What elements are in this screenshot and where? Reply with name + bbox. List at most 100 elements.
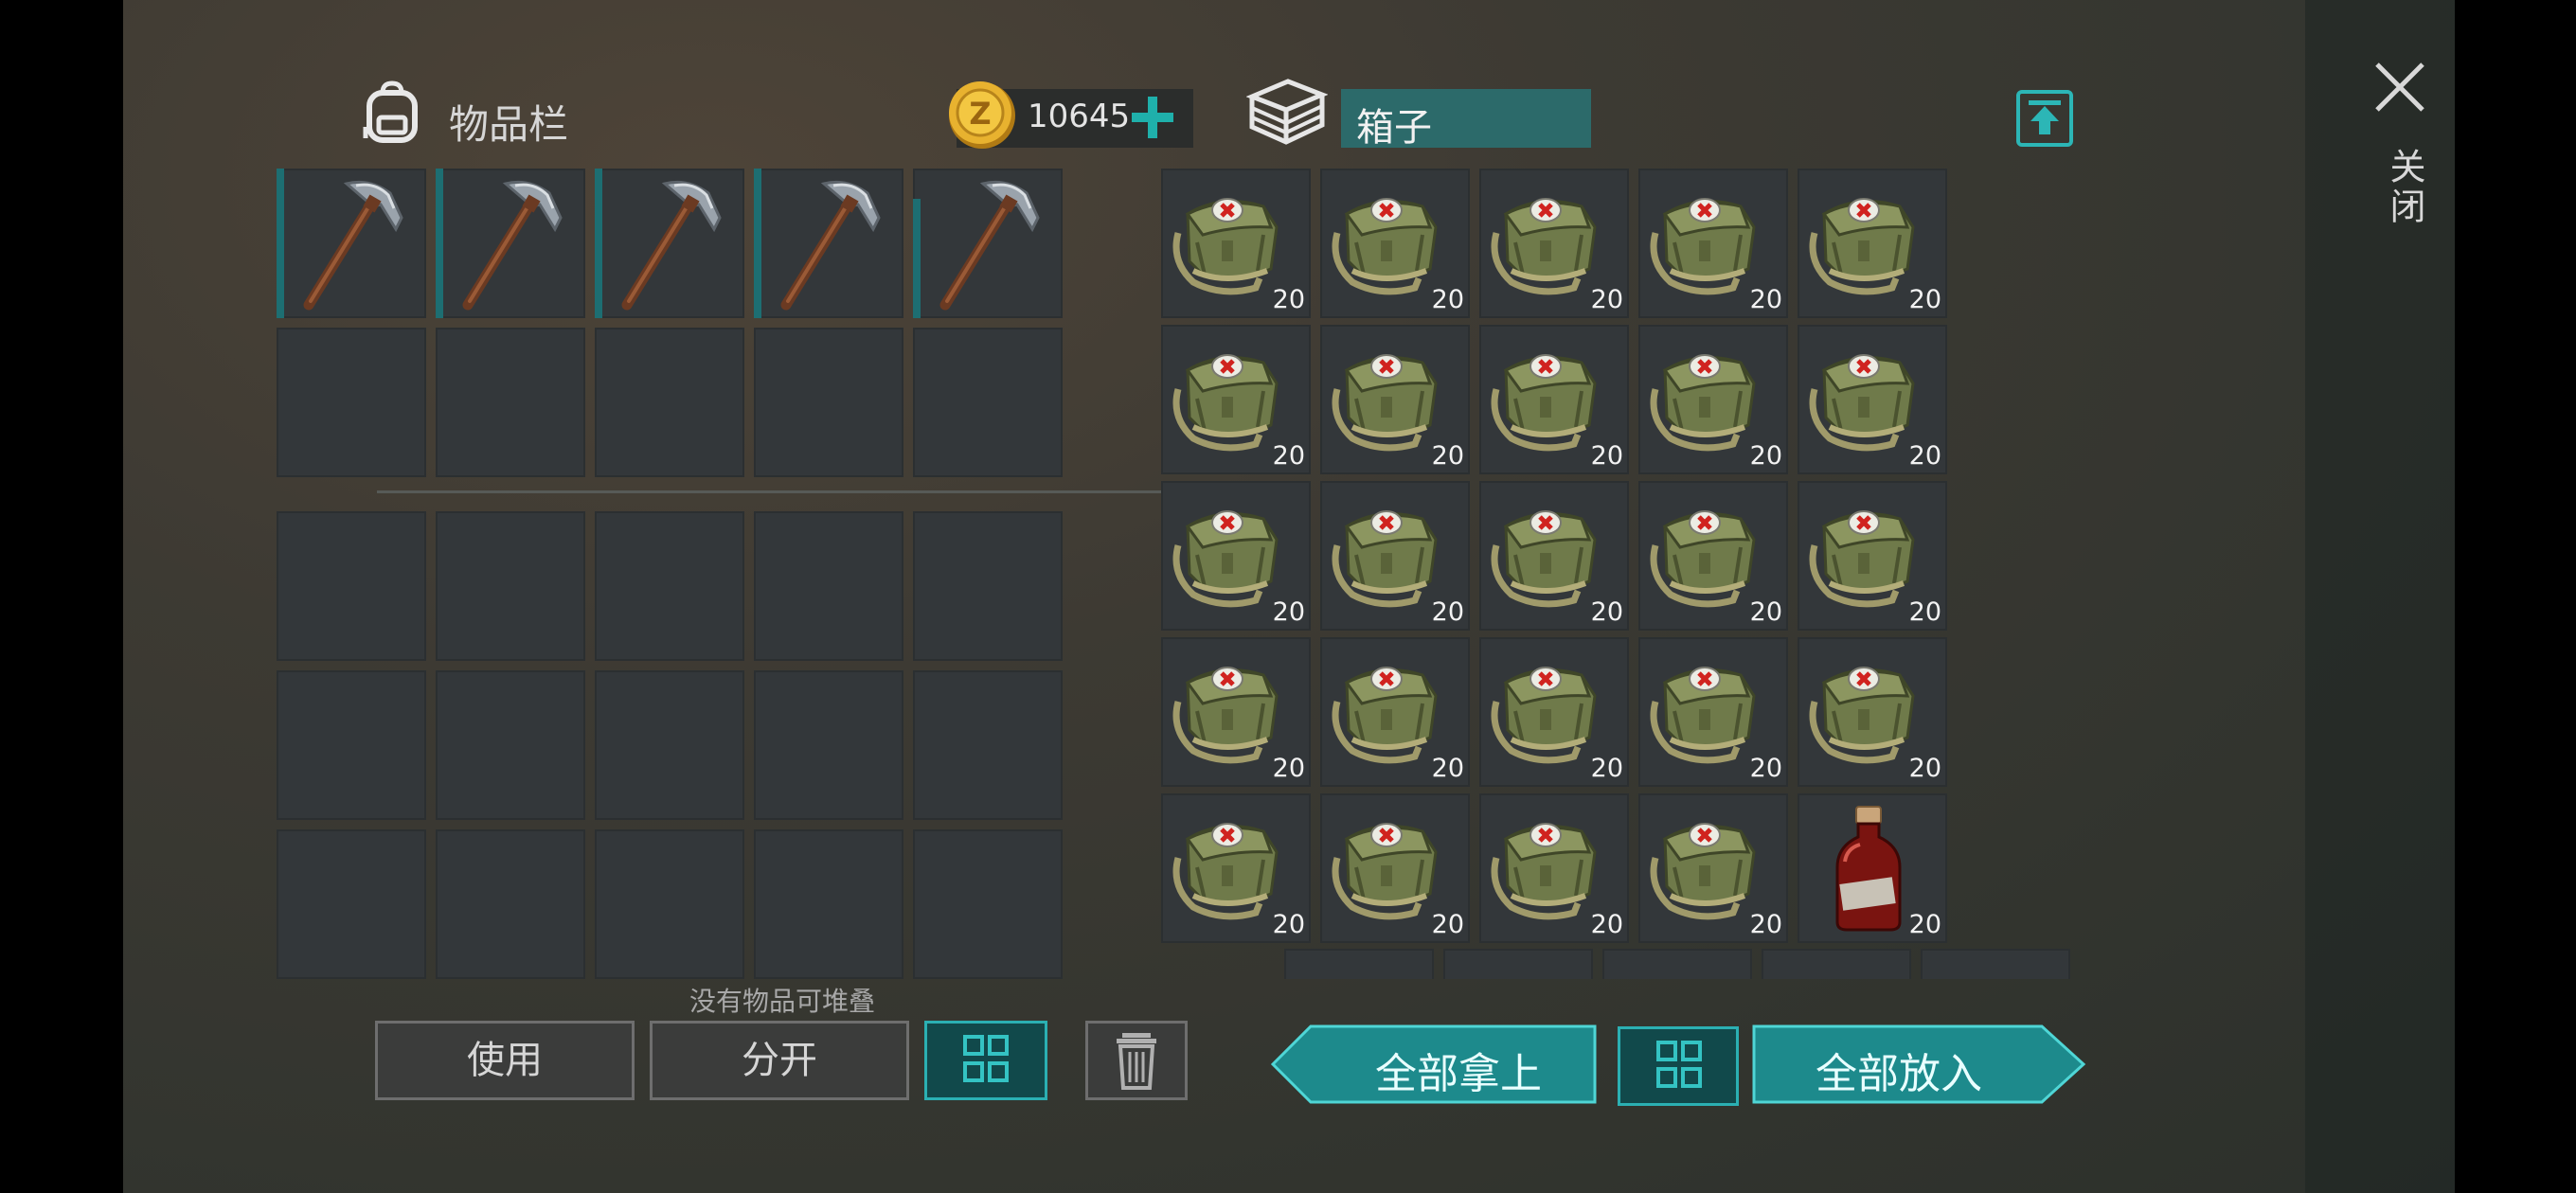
backpack-slot[interactable] <box>913 829 1063 979</box>
pocket-slot[interactable] <box>436 328 585 477</box>
add-coins-button[interactable] <box>1127 91 1178 144</box>
pocket-slot[interactable] <box>754 328 903 477</box>
item-quantity: 20 <box>1749 285 1782 314</box>
pickaxe-icon <box>462 180 563 311</box>
box-slot[interactable]: 20 <box>1479 481 1629 631</box>
box-slot[interactable]: 20 <box>1479 169 1629 318</box>
box-slot[interactable]: 20 <box>1320 325 1470 474</box>
pocket-slot[interactable] <box>913 169 1063 318</box>
item-quantity: 20 <box>1749 754 1782 783</box>
box-slot[interactable]: 20 <box>1798 481 1947 631</box>
pocket-slot[interactable] <box>595 169 744 318</box>
backpack-slot[interactable] <box>595 829 744 979</box>
box-slot[interactable]: 20 <box>1320 481 1470 631</box>
box-slot[interactable]: 20 <box>1479 637 1629 787</box>
box-slot[interactable]: 20 <box>1638 169 1788 318</box>
medic-bag-icon <box>1650 354 1756 452</box>
medic-bag-icon <box>1332 198 1438 295</box>
spirit-bottle-icon <box>1835 806 1902 932</box>
medic-bag-icon <box>1809 354 1915 452</box>
medic-bag-icon <box>1809 198 1915 295</box>
box-partial-row <box>1284 949 2070 979</box>
pocket-slot[interactable] <box>436 169 585 318</box>
backpack-slot[interactable] <box>913 511 1063 661</box>
backpack-icon <box>362 80 422 144</box>
coin-amount: 10645 <box>1028 98 1131 135</box>
pocket-slot[interactable] <box>913 328 1063 477</box>
backpack-slot[interactable] <box>595 511 744 661</box>
box-slot[interactable]: 20 <box>1798 793 1947 943</box>
backpack-slot[interactable] <box>754 670 903 820</box>
box-slot[interactable]: 20 <box>1320 637 1470 787</box>
backpack-slot[interactable] <box>754 829 903 979</box>
backpack-slot[interactable] <box>277 511 426 661</box>
item-quantity: 20 <box>1908 597 1941 627</box>
box-slot[interactable]: 20 <box>1638 793 1788 943</box>
item-quantity: 20 <box>1908 441 1941 471</box>
medic-bag-icon <box>1650 198 1756 295</box>
box-slot[interactable]: 20 <box>1798 169 1947 318</box>
backpack-slot[interactable] <box>436 829 585 979</box>
medic-bag-icon <box>1650 823 1756 920</box>
backpack-slot[interactable] <box>754 511 903 661</box>
box-slot[interactable]: 20 <box>1638 481 1788 631</box>
item-quantity: 20 <box>1431 285 1464 314</box>
medic-bag-icon <box>1332 667 1438 764</box>
box-slot[interactable]: 20 <box>1161 637 1311 787</box>
pickaxe-icon <box>780 180 881 311</box>
pocket-slot[interactable] <box>277 328 426 477</box>
item-quantity: 20 <box>1431 754 1464 783</box>
pickaxe-icon <box>939 180 1040 311</box>
box-name-field[interactable]: 箱子 <box>1341 89 1591 150</box>
item-quantity: 20 <box>1908 285 1941 314</box>
split-button[interactable]: 分开 <box>650 1021 909 1100</box>
pocket-slot[interactable] <box>595 328 744 477</box>
box-slot[interactable]: 20 <box>1320 793 1470 943</box>
put-all-button[interactable]: 全部放入 <box>1752 1024 2087 1104</box>
backpack-slot[interactable] <box>595 670 744 820</box>
upload-button[interactable] <box>2015 89 2074 148</box>
sort-button[interactable] <box>924 1021 1047 1100</box>
pocket-slot[interactable] <box>754 169 903 318</box>
backpack-slot[interactable] <box>277 829 426 979</box>
take-all-label: 全部拿上 <box>1375 1050 1542 1098</box>
box-slot[interactable]: 20 <box>1798 325 1947 474</box>
close-button[interactable]: 关闭 <box>2352 53 2447 242</box>
grid-icon <box>963 1035 1009 1082</box>
backpack-slot[interactable] <box>436 670 585 820</box>
box-slot[interactable]: 20 <box>1638 325 1788 474</box>
upload-icon <box>2016 90 2073 147</box>
box-sort-button[interactable] <box>1618 1026 1739 1106</box>
medic-bag-icon <box>1491 823 1597 920</box>
backpack-slot[interactable] <box>277 670 426 820</box>
pickaxe-icon <box>621 180 722 311</box>
box-slot[interactable]: 20 <box>1638 637 1788 787</box>
box-slot[interactable]: 20 <box>1161 793 1311 943</box>
box-slot[interactable]: 20 <box>1161 325 1311 474</box>
item-quantity: 20 <box>1272 597 1305 627</box>
medic-bag-icon <box>1332 823 1438 920</box>
medic-bag-icon <box>1172 823 1279 920</box>
pocket-slot[interactable] <box>277 169 426 318</box>
medic-bag-icon <box>1332 354 1438 452</box>
trash-button[interactable] <box>1085 1021 1188 1100</box>
item-quantity: 20 <box>1272 754 1305 783</box>
box-slot[interactable]: 20 <box>1320 169 1470 318</box>
item-quantity: 20 <box>1590 597 1623 627</box>
take-all-button[interactable]: 全部拿上 <box>1269 1024 1597 1104</box>
medic-bag-icon <box>1809 510 1915 608</box>
backpack-slot[interactable] <box>436 511 585 661</box>
box-title: 箱子 <box>1356 106 1432 150</box>
box-slot[interactable]: 20 <box>1161 481 1311 631</box>
box-slot[interactable]: 20 <box>1479 793 1629 943</box>
item-quantity: 20 <box>1590 441 1623 471</box>
item-quantity: 20 <box>1749 597 1782 627</box>
put-all-label: 全部放入 <box>1816 1050 1982 1098</box>
box-slot[interactable]: 20 <box>1479 325 1629 474</box>
box-slot[interactable]: 20 <box>1161 169 1311 318</box>
medic-bag-icon <box>1650 510 1756 608</box>
backpack-slot[interactable] <box>913 670 1063 820</box>
use-button[interactable]: 使用 <box>375 1021 635 1100</box>
medic-bag-icon <box>1332 510 1438 608</box>
box-slot[interactable]: 20 <box>1798 637 1947 787</box>
